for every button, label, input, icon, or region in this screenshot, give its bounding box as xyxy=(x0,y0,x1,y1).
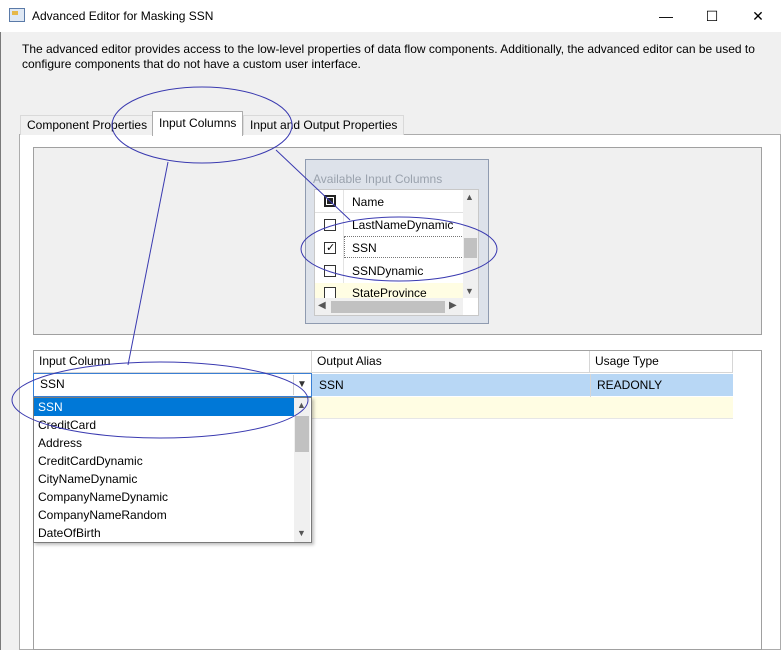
dropdown-item[interactable]: Address xyxy=(34,434,294,452)
tab-input-and-output-properties[interactable]: Input and Output Properties xyxy=(243,115,405,135)
dropdown-item[interactable]: CompanyNameRandom xyxy=(34,506,294,524)
scroll-down-icon[interactable]: ▼ xyxy=(465,286,474,296)
checkmark-icon: ✓ xyxy=(326,242,336,254)
available-list-hthumb[interactable] xyxy=(331,301,445,313)
dropdown-item[interactable]: CityNameDynamic xyxy=(34,470,294,488)
minimize-icon: — xyxy=(659,8,673,24)
input-column-value: SSN xyxy=(40,377,65,391)
tab-label: Component Properties xyxy=(27,118,148,132)
dropdown-item[interactable]: CompanyNameDynamic xyxy=(34,488,294,506)
select-all-fill xyxy=(327,198,333,204)
output-alias-header[interactable]: Output Alias xyxy=(312,351,590,373)
input-column-combobox[interactable] xyxy=(33,373,312,397)
dropdown-item[interactable]: DateOfBirth xyxy=(34,524,294,542)
maximize-button[interactable]: ☐ xyxy=(689,0,735,32)
scroll-up-icon[interactable]: ▲ xyxy=(297,400,306,410)
selected-grid-row[interactable] xyxy=(312,374,733,396)
tab-label: Input and Output Properties xyxy=(250,118,398,132)
available-input-columns-label: Available Input Columns xyxy=(313,172,443,186)
checkbox-lastnamedynamic[interactable] xyxy=(324,219,336,231)
editor-description: The advanced editor provides access to t… xyxy=(22,42,755,71)
new-grid-row[interactable] xyxy=(312,397,733,419)
scroll-left-icon[interactable]: ◀ xyxy=(318,300,326,311)
tab-component-properties[interactable]: Component Properties xyxy=(20,115,155,135)
dropdown-vthumb[interactable] xyxy=(295,416,309,452)
usage-type-header[interactable]: Usage Type xyxy=(590,351,733,373)
available-row-label: SSNDynamic xyxy=(352,264,424,278)
tab-label: Input Columns xyxy=(159,116,237,130)
available-row-label: SSN xyxy=(352,241,377,255)
checkbox-ssndynamic[interactable] xyxy=(324,265,336,277)
scroll-up-icon[interactable]: ▲ xyxy=(465,192,474,202)
available-list-vthumb[interactable] xyxy=(464,238,477,258)
app-icon xyxy=(9,8,25,22)
usage-type-cell[interactable]: READONLY xyxy=(597,378,662,392)
minimize-button[interactable]: — xyxy=(643,0,689,32)
name-column-header[interactable]: Name xyxy=(352,195,384,209)
scroll-right-icon[interactable]: ▶ xyxy=(449,300,457,311)
dropdown-item[interactable]: CreditCardDynamic xyxy=(34,452,294,470)
available-row-label: LastNameDynamic xyxy=(352,218,454,232)
dropdown-item[interactable]: CreditCard xyxy=(34,416,294,434)
dropdown-arrow-icon[interactable]: ▼ xyxy=(293,375,310,395)
window-title: Advanced Editor for Masking SSN xyxy=(32,9,214,23)
maximize-icon: ☐ xyxy=(705,8,719,24)
dropdown-item[interactable]: SSN xyxy=(34,398,294,416)
scroll-down-icon[interactable]: ▼ xyxy=(297,528,306,538)
tab-input-columns[interactable]: Input Columns xyxy=(152,111,244,136)
header-separator xyxy=(315,212,463,213)
input-column-header[interactable]: Input Column xyxy=(34,351,312,373)
output-alias-cell[interactable]: SSN xyxy=(319,378,344,392)
close-button[interactable]: ✕ xyxy=(735,0,781,32)
close-icon: ✕ xyxy=(752,8,764,24)
